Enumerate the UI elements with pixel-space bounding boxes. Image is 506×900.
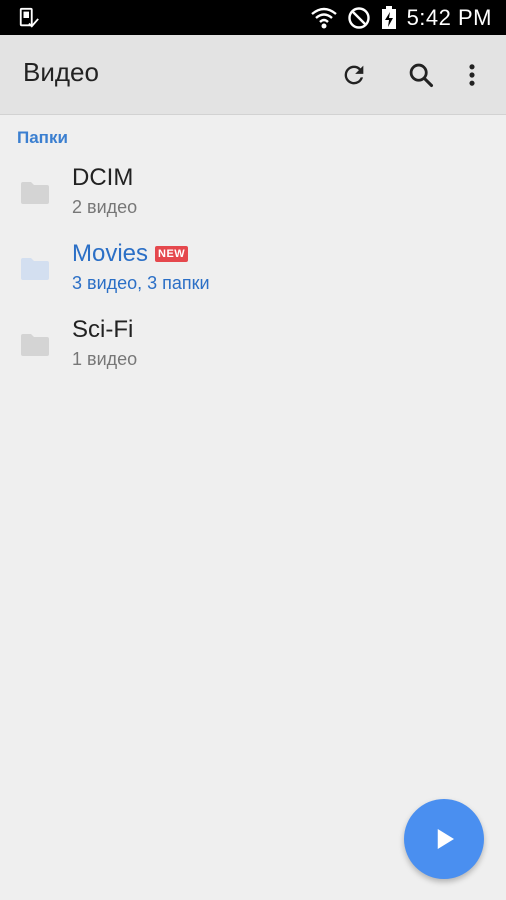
play-icon — [437, 829, 454, 849]
folder-subtitle: 3 видео, 3 папки — [72, 273, 210, 293]
folder-name: Movies — [72, 240, 149, 267]
folder-item-movies[interactable]: Movies NEW 3 видео, 3 папки — [0, 239, 506, 315]
app-bar: Видео — [0, 35, 506, 115]
search-button[interactable] — [403, 57, 439, 93]
folder-subtitle: 2 видео — [72, 197, 138, 217]
refresh-icon — [344, 65, 364, 85]
more-options-button[interactable] — [454, 57, 490, 93]
folder-item-dcim[interactable]: DCIM 2 видео — [0, 163, 506, 239]
device-check-icon — [19, 7, 39, 28]
new-badge: NEW — [155, 246, 189, 262]
refresh-button[interactable] — [336, 57, 372, 93]
wifi-icon — [310, 7, 337, 28]
folder-icon — [21, 334, 49, 356]
folder-name: Sci-Fi — [72, 316, 134, 343]
folder-icon — [21, 258, 49, 280]
status-bar: 5:42 PM — [0, 0, 506, 35]
folder-subtitle: 1 видео — [72, 349, 138, 369]
do-not-disturb-icon — [347, 6, 370, 29]
folder-icon — [21, 182, 49, 204]
more-vert-icon — [469, 64, 475, 86]
section-header-folders: Папки — [17, 128, 68, 147]
status-time: 5:42 PM — [406, 4, 492, 30]
folder-name: DCIM — [72, 164, 134, 191]
folder-item-sci-fi[interactable]: Sci-Fi 1 видео — [0, 315, 506, 391]
play-fab-button[interactable] — [404, 799, 484, 879]
battery-charging-icon — [381, 5, 396, 29]
search-icon — [409, 63, 434, 88]
page-title: Видео — [23, 57, 99, 87]
